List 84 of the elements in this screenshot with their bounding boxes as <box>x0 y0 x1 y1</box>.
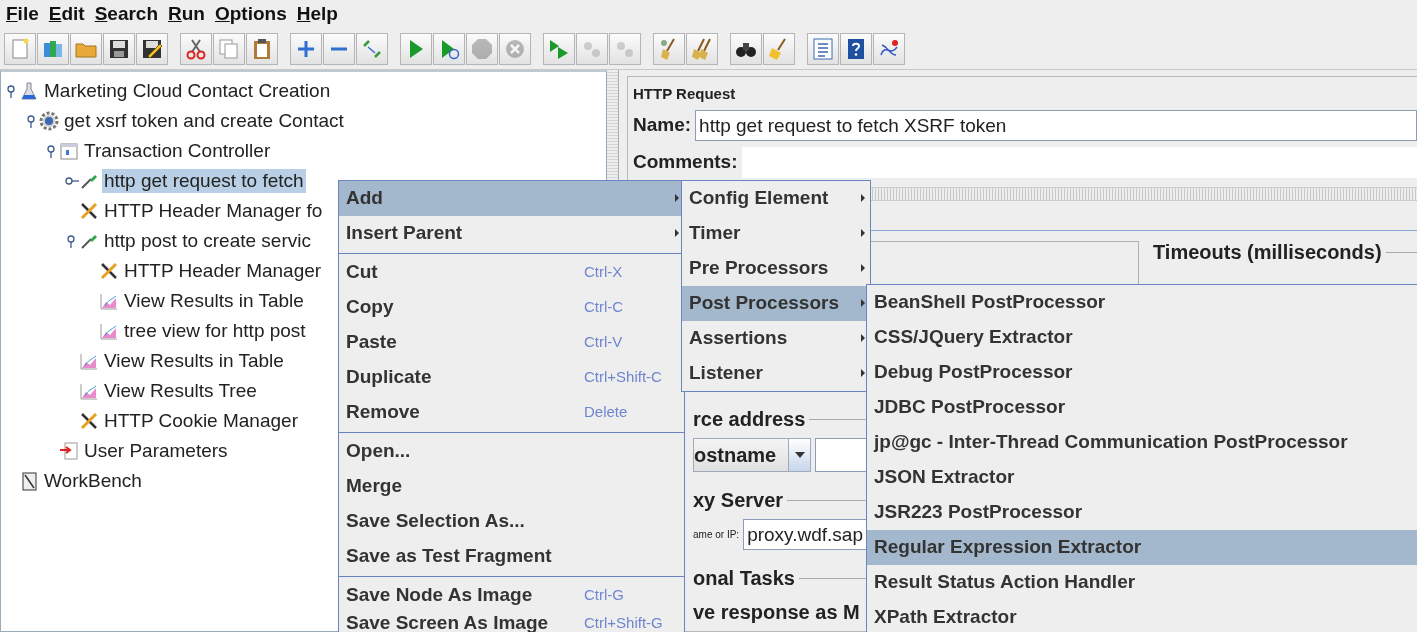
tree-node[interactable]: HTTP Cookie Manager <box>102 409 300 433</box>
menu-item[interactable]: XPath Extractor <box>867 600 1417 632</box>
menu-item[interactable]: Pre Processors <box>682 251 870 286</box>
checkbox-label: ve response as M <box>693 597 864 627</box>
tree-node[interactable]: View Results in Table <box>122 289 306 313</box>
chart-icon <box>79 381 99 401</box>
tree-node[interactable]: View Results in Table <box>102 349 286 373</box>
menu-item[interactable]: JSR223 PostProcessor <box>867 495 1417 530</box>
menu-item[interactable]: Config Element <box>682 181 870 216</box>
shortcut-label: Ctrl-C <box>584 297 624 318</box>
section-title: xy Server <box>693 488 784 513</box>
panel-title: HTTP Request <box>633 84 737 104</box>
menu-item[interactable]: Remove Delete <box>339 395 684 430</box>
window-icon <box>59 141 79 161</box>
tree-node[interactable]: get xsrf token and create Contact <box>62 109 346 133</box>
menu-item[interactable]: Cut Ctrl-X <box>339 255 684 290</box>
shortcut-label: Ctrl+Shift-C <box>584 367 662 388</box>
menu-item[interactable]: Debug PostProcessor <box>867 355 1417 390</box>
menu-item[interactable]: Open... <box>339 434 684 469</box>
document-arrow-icon <box>59 441 79 461</box>
tree-node[interactable]: Transaction Controller <box>82 139 273 163</box>
tools-icon <box>79 201 99 221</box>
menu-item[interactable]: JDBC PostProcessor <box>867 390 1417 425</box>
menu-item[interactable]: Regular Expression Extractor <box>867 530 1417 565</box>
shortcut-label: Delete <box>584 402 628 423</box>
menu[interactable]: Options <box>211 2 293 26</box>
menu[interactable]: Search <box>90 2 165 26</box>
section-title: rce address <box>693 407 806 432</box>
tree-node[interactable]: HTTP Header Manager fo <box>102 199 325 223</box>
section-title: onal Tasks <box>693 566 795 591</box>
toolbar-button[interactable] <box>840 32 872 65</box>
stop-sign-icon <box>470 36 494 61</box>
chart-icon <box>79 351 99 371</box>
menu-item[interactable]: Merge <box>339 469 684 504</box>
field-label: ame or IP: <box>693 528 740 542</box>
menu-item[interactable]: JSON Extractor <box>867 460 1417 495</box>
tree-node[interactable]: HTTP Header Manager <box>122 259 324 283</box>
toolbar-button[interactable] <box>730 32 762 65</box>
menu[interactable]: Edit <box>44 2 91 26</box>
tree-node[interactable]: tree view for http post <box>122 319 308 343</box>
menu-item[interactable]: Paste Ctrl-V <box>339 325 684 360</box>
tools-icon <box>99 261 119 281</box>
name-field[interactable]: http get request to fetch XSRF token <box>695 110 1417 141</box>
shortcut-label: Ctrl-G <box>584 585 624 606</box>
menu-item[interactable]: Result Status Action Handler <box>867 565 1417 600</box>
field-label: Name: <box>633 113 693 138</box>
toolbar-button[interactable] <box>136 32 168 65</box>
menu-item[interactable]: Timer <box>682 216 870 251</box>
menu-item[interactable]: Copy Ctrl-C <box>339 290 684 325</box>
menu-item[interactable]: BeanShell PostProcessor <box>867 285 1417 320</box>
tree-node[interactable]: User Parameters <box>82 439 230 463</box>
toolbar-button[interactable] <box>103 32 135 65</box>
brooms-icon <box>690 36 714 61</box>
section-title: Timeouts (milliseconds) <box>1153 240 1382 265</box>
tools-icon <box>79 411 99 431</box>
chart-icon <box>99 291 119 311</box>
field-label: Comments: <box>633 150 739 175</box>
menu-item[interactable]: Save as Test Fragment <box>339 539 684 574</box>
shortcut-label: Ctrl-V <box>584 332 623 353</box>
menu[interactable]: Run <box>164 2 211 26</box>
list-icon <box>811 36 835 61</box>
chart-icon <box>99 321 119 341</box>
menu-item[interactable]: Duplicate Ctrl+Shift-C <box>339 360 684 395</box>
tree-node[interactable]: http post to create servic <box>102 229 313 253</box>
menu[interactable]: Help <box>292 2 344 26</box>
menu-item[interactable]: Save Node As Image Ctrl-G <box>339 578 684 613</box>
menu-item[interactable]: Save Selection As... <box>339 504 684 539</box>
tree-node[interactable]: http get request to fetch <box>102 169 306 193</box>
shortcut-label: Ctrl+Shift-G <box>584 614 663 632</box>
dropdown[interactable]: ostname <box>693 438 811 472</box>
copy-icon <box>217 36 241 61</box>
notebook-icon <box>19 471 39 491</box>
caret-icon <box>794 452 805 458</box>
tree-node[interactable]: View Results Tree <box>102 379 259 403</box>
menu-item[interactable]: jp@gc - Inter-Thread Communication PostProcessor <box>867 425 1417 460</box>
gear-icon <box>39 111 59 131</box>
menu[interactable]: File <box>2 2 45 26</box>
menu-item[interactable]: Add <box>339 181 684 216</box>
tree-node[interactable]: Marketing Cloud Contact Creation <box>42 79 333 103</box>
shortcut-label: Ctrl-X <box>584 262 623 283</box>
menu-item[interactable]: CSS/JQuery Extractor <box>867 320 1417 355</box>
toolbar-button[interactable] <box>246 32 278 65</box>
tree-node[interactable]: WorkBench <box>42 469 144 493</box>
flask-icon <box>19 81 39 101</box>
